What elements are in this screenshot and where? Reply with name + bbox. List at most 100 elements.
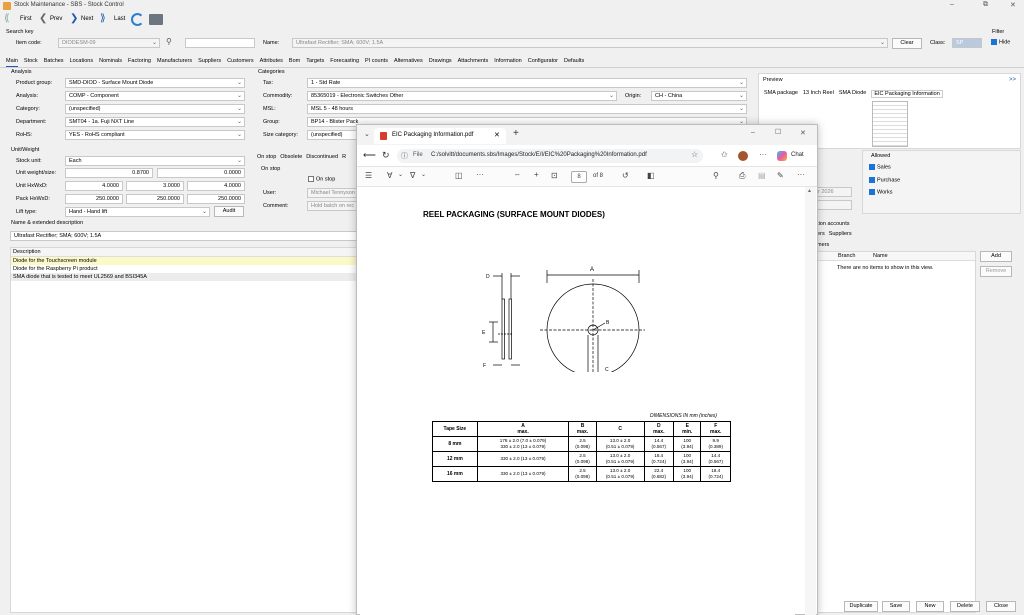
browser-tab[interactable]: EIC Packaging Information.pdf ✕ bbox=[374, 128, 506, 144]
save-pdf-icon[interactable]: ▤ bbox=[758, 171, 766, 180]
url-field[interactable]: ⓘ File C:/solvitt/documents.sbs/Images/S… bbox=[397, 149, 703, 163]
works-checkbox[interactable]: Works bbox=[869, 189, 892, 195]
tab-information[interactable]: Information bbox=[494, 58, 522, 67]
rotate-icon[interactable]: ↺ bbox=[622, 171, 629, 180]
add-button[interactable]: Add bbox=[980, 251, 1012, 262]
pack-height-field[interactable]: 250.0000 bbox=[65, 194, 123, 204]
rohs-select[interactable]: YES - RoHS compliant ⌄ bbox=[65, 130, 245, 140]
save-button[interactable]: Save bbox=[882, 601, 910, 612]
highlight-chevron-icon[interactable]: ⌄ bbox=[421, 171, 426, 178]
find-icon[interactable]: ⚲ bbox=[713, 171, 719, 180]
toolbar-more-icon[interactable]: ··· bbox=[476, 170, 484, 179]
tab-on-stop[interactable]: On stop bbox=[257, 154, 276, 160]
search-text-field[interactable] bbox=[185, 38, 255, 48]
origin-select[interactable]: CH - China ⌄ bbox=[651, 91, 747, 101]
unit-height-field[interactable]: 4.0000 bbox=[65, 181, 123, 191]
search-icon[interactable]: ⚲ bbox=[166, 37, 172, 46]
tab-obsolete[interactable]: Obsolete bbox=[280, 154, 302, 160]
next-icon[interactable]: ❯ bbox=[70, 13, 78, 25]
tab-eic-packaging[interactable]: EIC Packaging Information bbox=[871, 90, 943, 98]
sales-checkbox[interactable]: Sales bbox=[869, 164, 891, 170]
pdf-maximize-button[interactable]: ☐ bbox=[775, 128, 781, 136]
commodity-select[interactable]: 85365019 - Electronic Switches Other ⌄ bbox=[307, 91, 617, 101]
tab-manufacturers[interactable]: Manufacturers bbox=[157, 58, 192, 67]
clear-button[interactable]: Clear bbox=[892, 38, 922, 49]
tab-sma-diode[interactable]: SMA Diode bbox=[839, 90, 867, 98]
tab-drawings[interactable]: Drawings bbox=[429, 58, 452, 67]
unit-size-field[interactable]: 0.0000 bbox=[157, 168, 245, 178]
msl-select[interactable]: MSL 5 - 48 hours ⌄ bbox=[307, 104, 747, 114]
close-window-button[interactable]: ✕ bbox=[1010, 1, 1016, 9]
hide-checkbox[interactable]: Hide bbox=[991, 39, 1010, 45]
tab-attributes[interactable]: Attributes bbox=[260, 58, 283, 67]
print-pdf-icon[interactable]: ⎙ bbox=[739, 171, 745, 181]
restore-button[interactable]: ⧉ bbox=[983, 1, 988, 9]
first-button[interactable]: First bbox=[20, 16, 32, 22]
tab-13-inch-reel[interactable]: 13 Inch Reel bbox=[803, 90, 834, 98]
save-as-icon[interactable]: ✎ bbox=[777, 171, 784, 180]
unit-depth-field[interactable]: 4.0000 bbox=[187, 181, 245, 191]
page-view-icon[interactable]: ◧ bbox=[647, 171, 655, 180]
tab-configurator[interactable]: Configurator bbox=[528, 58, 558, 67]
new-tab-icon[interactable]: + bbox=[513, 128, 519, 139]
zoom-in-icon[interactable]: + bbox=[534, 170, 539, 179]
new-button[interactable]: New bbox=[916, 601, 944, 612]
tab-attachments[interactable]: Attachments bbox=[458, 58, 489, 67]
tab-stock[interactable]: Stock bbox=[24, 58, 38, 67]
contents-icon[interactable]: ☰ bbox=[365, 171, 372, 180]
copilot-icon[interactable] bbox=[777, 151, 787, 161]
tab-sma-package[interactable]: SMA package bbox=[764, 90, 798, 98]
tab-main[interactable]: Main bbox=[6, 58, 18, 67]
category-select[interactable]: (unspecified) ⌄ bbox=[65, 104, 245, 114]
duplicate-button[interactable]: Duplicate bbox=[844, 601, 878, 612]
pdf-minimize-button[interactable]: – bbox=[751, 129, 755, 136]
last-icon[interactable]: ⟫ bbox=[100, 13, 106, 25]
chat-button[interactable]: Chat bbox=[791, 152, 804, 158]
tab-suppliers[interactable]: Suppliers bbox=[198, 58, 221, 67]
pdf-scrollbar[interactable]: ▲ bbox=[805, 187, 816, 615]
audit-button[interactable]: Audit bbox=[214, 206, 244, 217]
prev-icon[interactable]: ❮ bbox=[39, 13, 47, 25]
tab-defaults[interactable]: Defaults bbox=[564, 58, 584, 67]
tab-discontinued[interactable]: Discontinued bbox=[306, 154, 338, 160]
page-number-field[interactable]: 8 bbox=[571, 171, 587, 183]
zoom-out-icon[interactable]: – bbox=[515, 170, 519, 179]
extended-name-field[interactable]: Ultrafast Rectifier; SMA; 600V; 1.5A bbox=[10, 231, 358, 241]
class-field[interactable]: SP bbox=[952, 38, 982, 48]
more-icon[interactable]: ··· bbox=[759, 150, 767, 159]
tab-suppliers-accounts[interactable]: Suppliers bbox=[829, 231, 852, 237]
first-icon[interactable]: ⟪ bbox=[4, 13, 10, 25]
on-stop-checkbox[interactable]: On stop bbox=[308, 176, 335, 182]
preview-thumbnail[interactable] bbox=[872, 101, 908, 147]
lift-type-select[interactable]: Hand - Hand lift ⌄ bbox=[65, 207, 210, 217]
tab-locations[interactable]: Locations bbox=[70, 58, 94, 67]
tab-bom[interactable]: Bom bbox=[289, 58, 300, 67]
read-aloud-icon[interactable]: ◫ bbox=[455, 171, 463, 180]
prev-button[interactable]: Prev bbox=[50, 16, 62, 22]
draw-chevron-icon[interactable]: ⌄ bbox=[398, 171, 403, 178]
tab-targets[interactable]: Targets bbox=[306, 58, 324, 67]
product-group-select[interactable]: SMD-DIOD - Surface Mount Diode ⌄ bbox=[65, 78, 245, 88]
favorites-icon[interactable]: ✩ bbox=[721, 150, 728, 159]
unit-width-field[interactable]: 3.0000 bbox=[126, 181, 184, 191]
remove-button[interactable]: Remove bbox=[980, 266, 1012, 277]
purchase-checkbox[interactable]: Purchase bbox=[869, 177, 900, 183]
next-button[interactable]: Next bbox=[81, 16, 93, 22]
tab-batches[interactable]: Batches bbox=[44, 58, 64, 67]
scroll-up-icon[interactable]: ▲ bbox=[807, 188, 812, 194]
pdf-close-button[interactable]: ✕ bbox=[800, 129, 806, 137]
tab-alternatives[interactable]: Alternatives bbox=[394, 58, 423, 67]
highlight-icon[interactable]: ∇ bbox=[410, 171, 415, 180]
tab-nominals[interactable]: Nominals bbox=[99, 58, 122, 67]
tab-factoring[interactable]: Factoring bbox=[128, 58, 151, 67]
tab-actions-icon[interactable]: ⌄ bbox=[364, 130, 370, 138]
close-button[interactable]: Close bbox=[986, 601, 1016, 612]
pack-width-field[interactable]: 250.0000 bbox=[126, 194, 184, 204]
list-item[interactable]: Diode for the Touchscreen module bbox=[11, 257, 357, 265]
last-button[interactable]: Last bbox=[114, 16, 125, 22]
draw-icon[interactable]: ∀ bbox=[387, 171, 392, 180]
stock-unit-select[interactable]: Each ⌄ bbox=[65, 156, 245, 166]
tab-r[interactable]: R bbox=[342, 154, 346, 160]
analysis-select[interactable]: COMP - Component ⌄ bbox=[65, 91, 245, 101]
item-code-field[interactable]: DIODESM-09 ⌄ bbox=[58, 38, 160, 48]
